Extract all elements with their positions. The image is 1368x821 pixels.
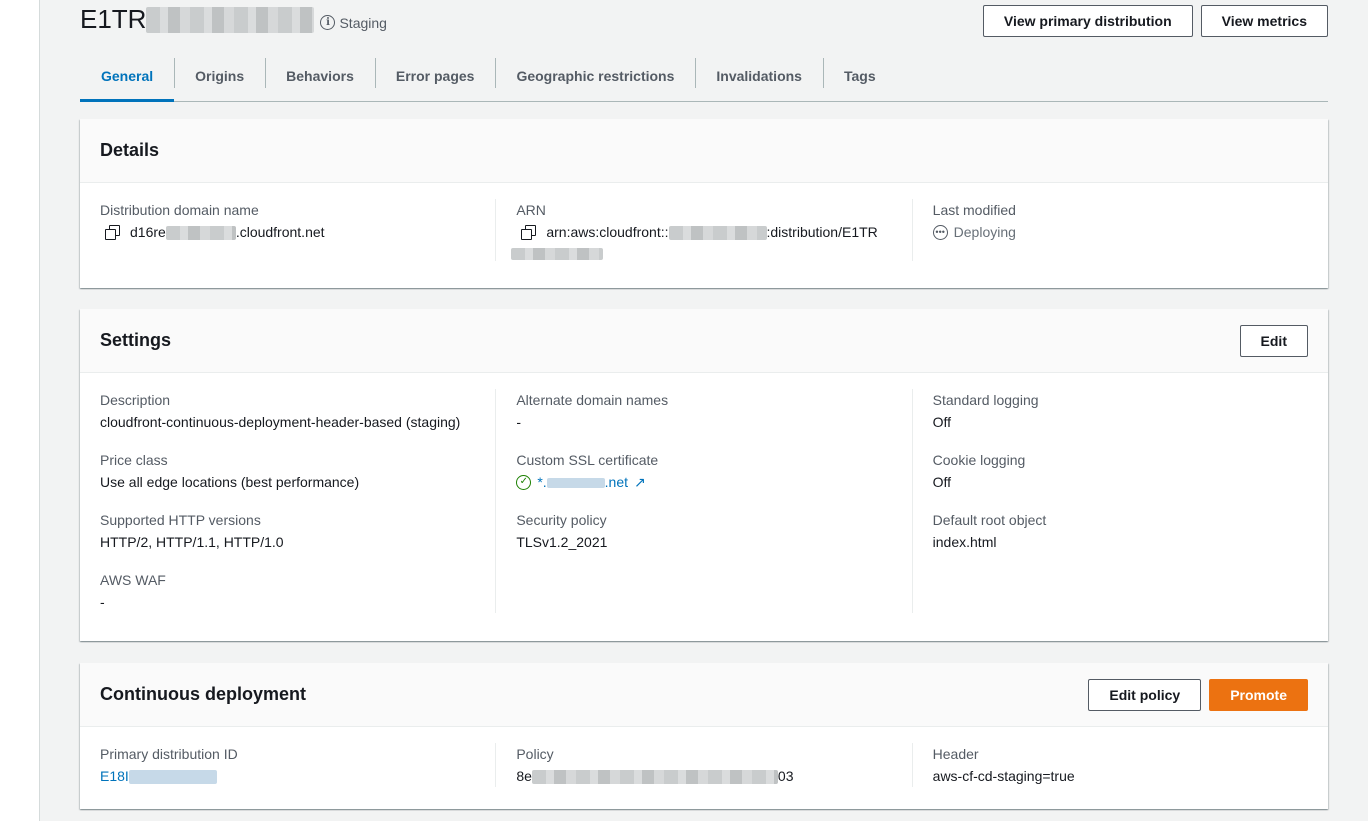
settings-column-3: Standard logging Off Cookie logging Off … xyxy=(911,389,1328,613)
alternate-domains-label: Alternate domain names xyxy=(516,392,669,408)
domain-column: Distribution domain name d16re .cloudfron… xyxy=(80,199,495,261)
page-title: E1TR i Staging xyxy=(80,4,387,35)
ssl-prefix: *. xyxy=(537,474,547,490)
domain-suffix: .cloudfront.net xyxy=(235,224,325,240)
http-versions-label: Supported HTTP versions xyxy=(100,512,261,528)
description-label: Description xyxy=(100,392,171,408)
redacted-cert-domain xyxy=(546,478,605,489)
policy-suffix: 03 xyxy=(777,768,794,784)
ssl-suffix: .net xyxy=(604,474,629,490)
aws-waf-label: AWS WAF xyxy=(100,572,166,588)
standard-logging-label: Standard logging xyxy=(932,392,1039,408)
arn-suffix: :distribution/E1TR xyxy=(766,224,878,240)
staging-text: Staging xyxy=(339,14,387,31)
tab-general[interactable]: General xyxy=(80,50,175,102)
staging-label[interactable]: i Staging xyxy=(320,14,387,31)
redacted-primary-id xyxy=(128,770,217,785)
copy-icon[interactable] xyxy=(104,224,122,240)
details-title: Details xyxy=(100,140,160,160)
tab-bar: General Origins Behaviors Error pages Ge… xyxy=(80,50,1328,102)
alternate-domains-value: - xyxy=(516,414,521,430)
promote-button[interactable]: Promote xyxy=(1209,678,1308,711)
ssl-certificate-link[interactable]: *. .net xyxy=(537,471,628,493)
default-root-object-label: Default root object xyxy=(932,512,1047,528)
domain-value: d16re .cloudfront.net xyxy=(100,221,475,243)
cookie-logging-value: Off xyxy=(932,474,952,490)
arn-value: arn:aws:cloudfront:::distribution/E1TR xyxy=(516,221,891,243)
price-class-label: Price class xyxy=(100,452,168,468)
arn-column: ARN arn:aws:cloudfront:::distribution/E1… xyxy=(495,199,911,261)
primary-distribution-link[interactable]: E18I xyxy=(100,765,217,787)
details-panel: Details Distribution domain name d16re .c… xyxy=(80,119,1328,288)
arn-prefix: arn:aws:cloudfront:: xyxy=(546,224,669,240)
arn-label: ARN xyxy=(516,202,546,218)
info-icon[interactable]: i xyxy=(320,15,336,30)
distribution-id: E1TR xyxy=(80,4,147,34)
settings-column-1: Description cloudfront-continuous-deploy… xyxy=(80,389,495,613)
continuous-deployment-title: Continuous deployment xyxy=(100,684,306,704)
tab-invalidations[interactable]: Invalidations xyxy=(695,50,823,101)
modified-column: Last modified ••• Deploying xyxy=(911,199,1328,261)
deploying-text: Deploying xyxy=(953,224,1016,240)
last-modified-value: ••• Deploying xyxy=(932,221,1308,243)
view-primary-distribution-button[interactable]: View primary distribution xyxy=(982,5,1193,37)
view-metrics-button[interactable]: View metrics xyxy=(1200,5,1328,37)
external-link-icon[interactable]: ↗ xyxy=(634,471,646,493)
settings-panel: Settings Edit Description cloudfront-con… xyxy=(80,309,1328,641)
header-label: Header xyxy=(932,746,979,762)
standard-logging-value: Off xyxy=(932,414,952,430)
check-circle-icon: ✓ xyxy=(516,474,532,490)
ssl-certificate-label: Custom SSL certificate xyxy=(516,452,659,468)
redacted-account xyxy=(668,226,767,241)
redacted-id xyxy=(146,6,315,33)
cookie-logging-label: Cookie logging xyxy=(932,452,1026,468)
settings-header: Settings Edit xyxy=(80,309,1328,373)
header-value: aws-cf-cd-staging=true xyxy=(932,768,1075,784)
policy-label: Policy xyxy=(516,746,554,762)
domain-prefix: d16re xyxy=(130,224,166,240)
cd-column-1: Primary distribution ID E18I xyxy=(80,743,495,787)
page-header: E1TR i Staging View primary distribution… xyxy=(80,0,1328,44)
security-policy-label: Security policy xyxy=(516,512,607,528)
default-root-object-value: index.html xyxy=(932,534,997,550)
details-header: Details xyxy=(80,119,1328,183)
edit-settings-button[interactable]: Edit xyxy=(1239,324,1308,357)
last-modified-label: Last modified xyxy=(932,202,1016,218)
security-policy-value: TLSv1.2_2021 xyxy=(516,534,608,550)
redacted-policy-id xyxy=(531,770,778,785)
settings-title: Settings xyxy=(100,330,172,350)
left-navigation-rail xyxy=(0,0,40,821)
continuous-deployment-header: Continuous deployment Edit policy Promot… xyxy=(80,663,1328,727)
tab-tags[interactable]: Tags xyxy=(822,50,897,101)
policy-value: 8e 03 xyxy=(516,765,891,787)
copy-icon[interactable] xyxy=(520,224,538,240)
primary-prefix: E18I xyxy=(100,768,129,784)
aws-waf-value: - xyxy=(100,594,105,610)
redacted-arn-id xyxy=(511,248,604,261)
edit-policy-button[interactable]: Edit policy xyxy=(1088,678,1202,711)
pending-icon: ••• xyxy=(932,224,948,240)
cd-column-2: Policy 8e 03 xyxy=(495,743,911,787)
tab-behaviors[interactable]: Behaviors xyxy=(265,50,375,101)
policy-prefix: 8e xyxy=(516,768,532,784)
domain-label: Distribution domain name xyxy=(100,202,259,218)
primary-distribution-id-label: Primary distribution ID xyxy=(100,746,238,762)
redacted-domain xyxy=(165,226,236,241)
http-versions-value: HTTP/2, HTTP/1.1, HTTP/1.0 xyxy=(100,534,284,550)
ssl-certificate-value: ✓ *. .net ↗ xyxy=(516,471,891,493)
price-class-value: Use all edge locations (best performance… xyxy=(100,474,360,490)
tab-error-pages[interactable]: Error pages xyxy=(374,50,496,101)
tab-geographic-restrictions[interactable]: Geographic restrictions xyxy=(495,50,695,101)
cd-column-3: Header aws-cf-cd-staging=true xyxy=(911,743,1328,787)
primary-distribution-id-value: E18I xyxy=(100,765,475,787)
tab-origins[interactable]: Origins xyxy=(174,50,265,101)
settings-column-2: Alternate domain names - Custom SSL cert… xyxy=(495,389,911,613)
continuous-deployment-panel: Continuous deployment Edit policy Promot… xyxy=(80,663,1328,809)
description-value: cloudfront-continuous-deployment-header-… xyxy=(100,414,461,430)
